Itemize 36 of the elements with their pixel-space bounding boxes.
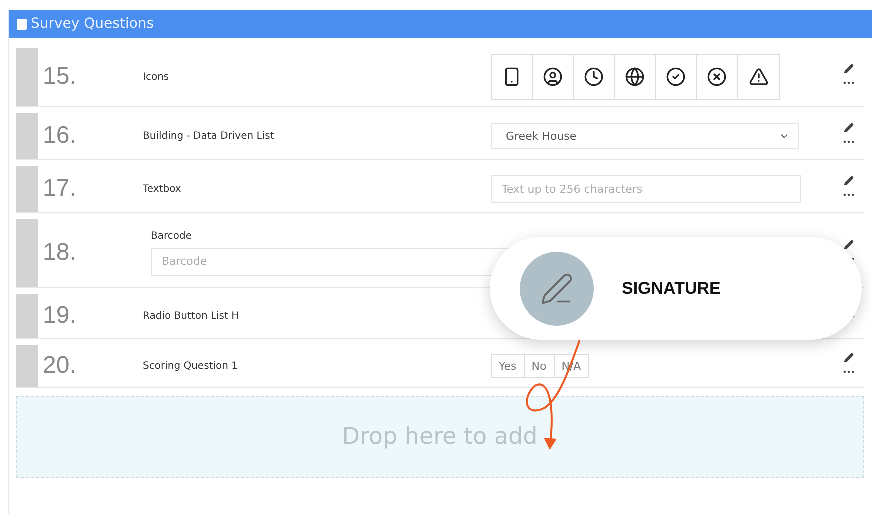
- question-number: 18.: [42, 239, 78, 267]
- drag-handle[interactable]: [16, 219, 38, 287]
- drag-handle[interactable]: [16, 113, 38, 159]
- edit-icon[interactable]: [844, 176, 854, 186]
- person-icon: [543, 67, 563, 87]
- edit-icon[interactable]: [844, 123, 854, 133]
- drag-handle[interactable]: [16, 48, 38, 106]
- drag-handle[interactable]: [16, 166, 38, 212]
- drag-handle[interactable]: [16, 345, 38, 387]
- question-label: Icons: [143, 72, 170, 82]
- panel-title: Survey Questions: [31, 16, 154, 32]
- question-label: Textbox: [143, 184, 182, 194]
- globe-icon: [625, 67, 645, 87]
- signature-drag-tooltip[interactable]: SIGNATURE: [490, 237, 862, 340]
- edit-icon[interactable]: [844, 240, 854, 250]
- warning-icon: [748, 67, 768, 87]
- question-label: Radio Button List H: [143, 310, 240, 322]
- cancel-icon: [707, 67, 727, 87]
- clipboard-icon: [17, 18, 27, 30]
- question-number: 15.: [42, 63, 78, 91]
- text-field[interactable]: Text up to 256 characters: [491, 175, 801, 203]
- edit-icon[interactable]: [844, 353, 854, 363]
- question-label: Building - Data Driven List: [143, 130, 276, 142]
- question-number: 16.: [42, 122, 78, 150]
- building-dropdown[interactable]: Greek House: [491, 123, 799, 149]
- question-number: 17.: [42, 175, 78, 203]
- drag-handle[interactable]: [16, 294, 38, 338]
- question-number: 19.: [42, 302, 78, 330]
- check-icon: [666, 67, 686, 87]
- score-option[interactable]: Yes: [491, 354, 525, 378]
- question-label: Scoring Question 1: [143, 360, 239, 372]
- question-label: Barcode: [151, 230, 193, 242]
- question-number: 20.: [42, 352, 78, 380]
- clock-icon: [584, 67, 604, 87]
- edit-icon[interactable]: [844, 64, 854, 74]
- score-option[interactable]: No: [524, 354, 555, 378]
